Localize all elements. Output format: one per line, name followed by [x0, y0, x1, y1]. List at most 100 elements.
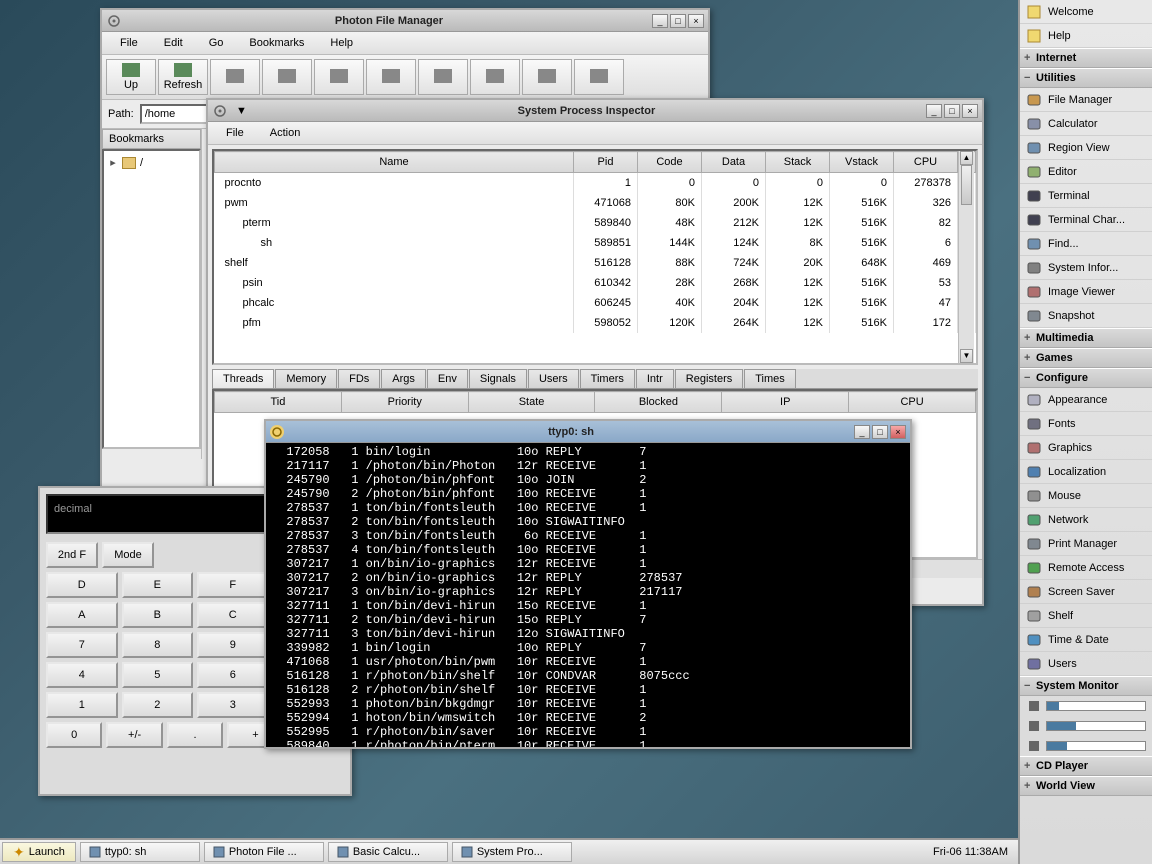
expand-icon[interactable]: ▸	[108, 156, 118, 169]
shelf-item-calculator[interactable]: Calculator	[1020, 112, 1152, 136]
calc-button-[interactable]: .	[167, 722, 223, 748]
shelf-item-regionview[interactable]: Region View	[1020, 136, 1152, 160]
calc-button-1[interactable]: 1	[46, 692, 118, 718]
column-header[interactable]: Name	[215, 152, 574, 173]
shelf-item-printmanager[interactable]: Print Manager	[1020, 532, 1152, 556]
tool-button[interactable]	[574, 59, 624, 95]
tool-button[interactable]	[522, 59, 572, 95]
shelf-item-appearance[interactable]: Appearance	[1020, 388, 1152, 412]
shelf-item-shelf[interactable]: Shelf	[1020, 604, 1152, 628]
shelf-item-graphics[interactable]: Graphics	[1020, 436, 1152, 460]
gear-icon[interactable]	[106, 13, 122, 29]
shelf-item-filemanager[interactable]: File Manager	[1020, 88, 1152, 112]
minimize-icon[interactable]: _	[926, 104, 942, 118]
menu-edit[interactable]: Edit	[152, 34, 195, 52]
refresh-button[interactable]: Refresh	[158, 59, 208, 95]
tab-threads[interactable]: Threads	[212, 369, 274, 388]
calc-button-c[interactable]: C	[197, 602, 269, 628]
world-view-header[interactable]: World View	[1020, 776, 1152, 796]
calc-button-7[interactable]: 7	[46, 632, 118, 658]
shelf-group-configure[interactable]: Configure	[1020, 368, 1152, 388]
dropdown-icon[interactable]: ▼	[236, 105, 247, 117]
file-manager-titlebar[interactable]: Photon File Manager _ □ ×	[102, 10, 708, 32]
shelf-group-internet[interactable]: Internet	[1020, 48, 1152, 68]
tab-users[interactable]: Users	[528, 369, 579, 388]
launch-button[interactable]: ✦ Launch	[2, 842, 76, 862]
column-header[interactable]: Blocked	[595, 392, 722, 413]
column-header[interactable]: Vstack	[830, 152, 894, 173]
tool-button[interactable]	[262, 59, 312, 95]
tool-button[interactable]	[314, 59, 364, 95]
calc-button-3[interactable]: 3	[197, 692, 269, 718]
table-row[interactable]: pwm47106880K200K12K516K326	[215, 193, 976, 213]
close-icon[interactable]: ×	[688, 14, 704, 28]
calc-button-d[interactable]: D	[46, 572, 118, 598]
tool-button[interactable]	[366, 59, 416, 95]
table-row[interactable]: phcalc60624540K204K12K516K47	[215, 293, 976, 313]
shelf-item-users[interactable]: Users	[1020, 652, 1152, 676]
shelf-item-network[interactable]: Network	[1020, 508, 1152, 532]
calc-button-f[interactable]: F	[197, 572, 269, 598]
shelf-item-editor[interactable]: Editor	[1020, 160, 1152, 184]
menu-file[interactable]: File	[214, 124, 256, 142]
shelf-item-snapshot[interactable]: Snapshot	[1020, 304, 1152, 328]
calc-button-9[interactable]: 9	[197, 632, 269, 658]
calc-button-5[interactable]: 5	[122, 662, 194, 688]
shelf-item-timedate[interactable]: Time & Date	[1020, 628, 1152, 652]
table-row[interactable]: shelf51612888K724K20K648K469	[215, 253, 976, 273]
gear-icon[interactable]	[270, 425, 284, 439]
tab-intr[interactable]: Intr	[636, 369, 674, 388]
maximize-icon[interactable]: □	[670, 14, 686, 28]
taskbar-task[interactable]: Photon File ...	[204, 842, 324, 862]
column-header[interactable]: Priority	[341, 392, 468, 413]
taskbar-task[interactable]: Basic Calcu...	[328, 842, 448, 862]
terminal-titlebar[interactable]: ttyp0: sh _ □ ×	[266, 421, 910, 443]
shelf-group-utilities[interactable]: Utilities	[1020, 68, 1152, 88]
menu-file[interactable]: File	[108, 34, 150, 52]
calc-button-4[interactable]: 4	[46, 662, 118, 688]
2ndf-button[interactable]: 2nd F	[46, 542, 98, 568]
table-row[interactable]: pfm598052120K264K12K516K172	[215, 313, 976, 333]
shelf-item-terminal[interactable]: Terminal	[1020, 184, 1152, 208]
calc-button-8[interactable]: 8	[122, 632, 194, 658]
calc-button-2[interactable]: 2	[122, 692, 194, 718]
scrollbar[interactable]: ▲ ▼	[958, 151, 974, 363]
menu-help[interactable]: Help	[318, 34, 365, 52]
shelf-item-localization[interactable]: Localization	[1020, 460, 1152, 484]
shelf-item-fonts[interactable]: Fonts	[1020, 412, 1152, 436]
mode-button[interactable]: Mode	[102, 542, 154, 568]
cd-player-header[interactable]: CD Player	[1020, 756, 1152, 776]
shelf-item-find[interactable]: Find...	[1020, 232, 1152, 256]
shelf-item-mouse[interactable]: Mouse	[1020, 484, 1152, 508]
menu-go[interactable]: Go	[197, 34, 236, 52]
system-monitor-header[interactable]: System Monitor	[1020, 676, 1152, 696]
shelf-item-welcome[interactable]: Welcome	[1020, 0, 1152, 24]
tab-signals[interactable]: Signals	[469, 369, 527, 388]
process-inspector-titlebar[interactable]: ▼ System Process Inspector _ □ ×	[208, 100, 982, 122]
taskbar-task[interactable]: ttyp0: sh	[80, 842, 200, 862]
tab-times[interactable]: Times	[744, 369, 796, 388]
column-header[interactable]: State	[468, 392, 595, 413]
column-header[interactable]: IP	[722, 392, 849, 413]
scroll-thumb[interactable]	[961, 165, 972, 205]
column-header[interactable]: CPU	[849, 392, 976, 413]
shelf-item-systeminfor[interactable]: System Infor...	[1020, 256, 1152, 280]
tab-env[interactable]: Env	[427, 369, 468, 388]
shelf-item-imageviewer[interactable]: Image Viewer	[1020, 280, 1152, 304]
table-row[interactable]: procnto10000278378	[215, 173, 976, 194]
tab-args[interactable]: Args	[381, 369, 426, 388]
calc-button-0[interactable]: 0	[46, 722, 102, 748]
table-row[interactable]: psin61034228K268K12K516K53	[215, 273, 976, 293]
shelf-item-remoteaccess[interactable]: Remote Access	[1020, 556, 1152, 580]
tab-timers[interactable]: Timers	[580, 369, 635, 388]
close-icon[interactable]: ×	[962, 104, 978, 118]
column-header[interactable]: Code	[638, 152, 702, 173]
table-row[interactable]: sh589851144K124K8K516K6	[215, 233, 976, 253]
calc-button-e[interactable]: E	[122, 572, 194, 598]
tool-button[interactable]	[470, 59, 520, 95]
column-header[interactable]: Pid	[574, 152, 638, 173]
shelf-item-help[interactable]: Help	[1020, 24, 1152, 48]
up-button[interactable]: Up	[106, 59, 156, 95]
scroll-up-icon[interactable]: ▲	[960, 151, 973, 165]
close-icon[interactable]: ×	[890, 425, 906, 439]
